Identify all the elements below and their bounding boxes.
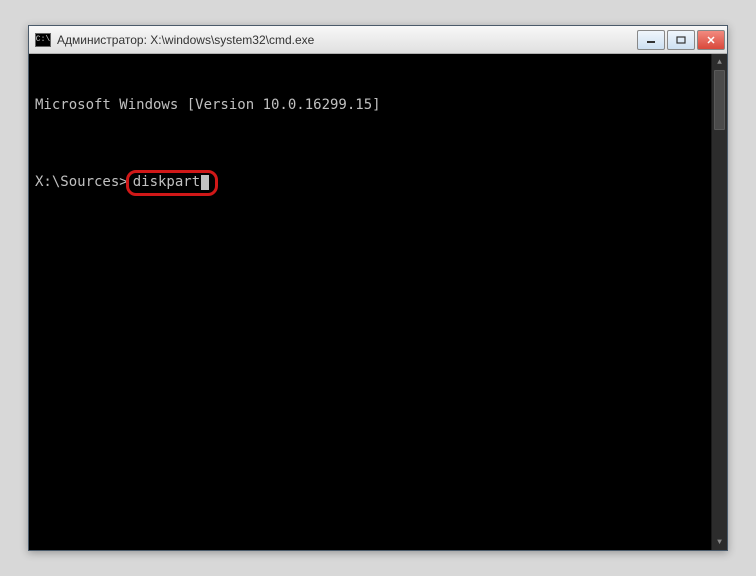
cmd-icon-label: C:\ [36,35,50,44]
cmd-icon: C:\ [35,33,51,47]
prompt-text: X:\Sources> [35,173,128,192]
terminal-content: Microsoft Windows [Version 10.0.16299.15… [29,54,727,238]
maximize-button[interactable] [667,30,695,50]
terminal-area[interactable]: Microsoft Windows [Version 10.0.16299.15… [29,54,727,550]
minimize-button[interactable] [637,30,665,50]
close-button[interactable] [697,30,725,50]
cmd-window: C:\ Администратор: X:\windows\system32\c… [28,25,728,551]
maximize-icon [676,36,686,44]
close-icon [706,36,716,44]
scroll-up-arrow[interactable]: ▲ [712,54,727,70]
command-highlight: diskpart [126,170,218,196]
vertical-scrollbar[interactable]: ▲ ▼ [711,54,727,550]
scrollbar-thumb[interactable] [714,70,725,130]
window-title: Администратор: X:\windows\system32\cmd.e… [57,33,637,47]
command-text: diskpart [133,174,200,190]
text-cursor [201,175,209,190]
scroll-down-arrow[interactable]: ▼ [712,534,727,550]
version-line: Microsoft Windows [Version 10.0.16299.15… [35,96,721,115]
prompt-line: X:\Sources> diskpart [35,170,721,196]
minimize-icon [646,36,656,44]
window-controls [637,30,725,50]
titlebar[interactable]: C:\ Администратор: X:\windows\system32\c… [29,26,727,54]
